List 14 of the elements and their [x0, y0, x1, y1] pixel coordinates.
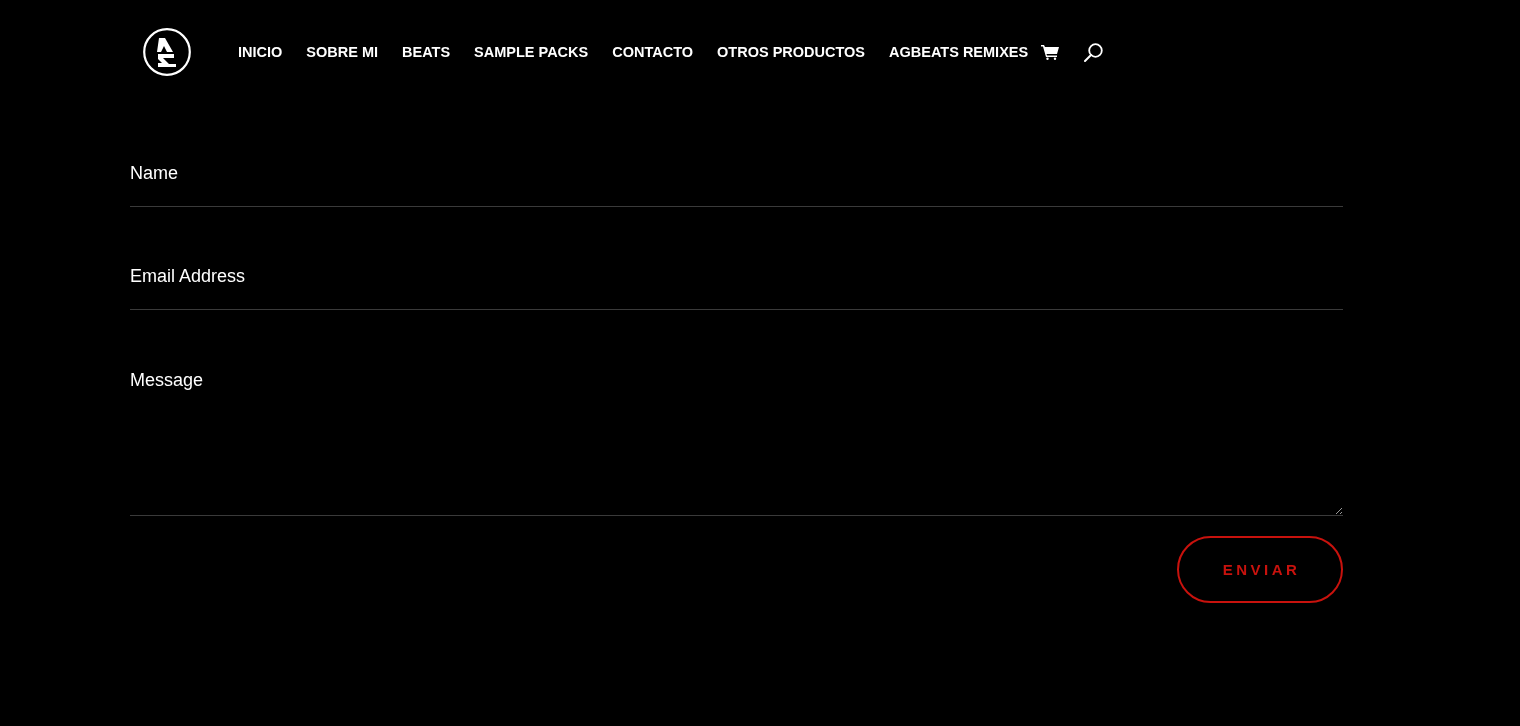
send-button[interactable]: ENVIAR: [1177, 536, 1343, 603]
cart-icon[interactable]: [1041, 44, 1060, 60]
nav-link[interactable]: BEATS: [402, 43, 451, 61]
search-icon[interactable]: [1084, 42, 1104, 62]
input-field[interactable]: Email Address: [130, 244, 1343, 310]
nav-link[interactable]: CONTACTO: [612, 43, 694, 61]
nav-link[interactable]: SAMPLE PACKS: [474, 43, 589, 61]
nav-link[interactable]: SOBRE MI: [306, 43, 378, 61]
input-field[interactable]: Name: [130, 141, 1343, 207]
nav-link[interactable]: INICIO: [238, 43, 283, 61]
nav-link[interactable]: OTROS PRODUCTOS: [717, 43, 866, 61]
message-field[interactable]: Message: [130, 347, 1343, 516]
logo-icon[interactable]: [143, 28, 191, 76]
nav-link[interactable]: AGBEATS REMIXES: [889, 43, 1029, 61]
